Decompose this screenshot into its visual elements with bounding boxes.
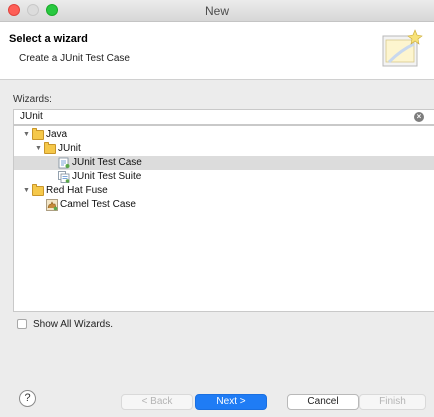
tree-item-label: JUnit Test Suite [72,171,142,182]
junit-test-case-icon [58,157,70,169]
folder-icon [32,184,44,196]
disclosure-expanded-icon[interactable]: ▼ [35,142,42,156]
tree-item-camel-test-case[interactable]: Camel Test Case [14,198,434,212]
disclosure-expanded-icon[interactable]: ▼ [23,184,30,198]
disclosure-expanded-icon[interactable]: ▼ [23,128,30,142]
page-description: Create a JUnit Test Case [19,53,130,64]
tree-item-red-hat-fuse[interactable]: ▼ Red Hat Fuse [14,184,434,198]
window-title: New [204,4,229,18]
filter-input[interactable] [20,110,400,124]
cancel-button[interactable]: Cancel [287,394,359,410]
show-all-wizards-label[interactable]: Show All Wizards. [33,318,113,331]
folder-icon [32,128,44,140]
tree-item-java[interactable]: ▼ Java [14,128,434,142]
tree-item-label: Java [46,129,68,140]
tree-item-label: JUnit [58,143,81,154]
title-bar[interactable]: New [0,0,434,22]
tree-item-label: Camel Test Case [60,199,136,210]
tree-item-junit-test-suite[interactable]: JUnit Test Suite [14,170,434,184]
new-wizard-dialog: New Select a wizard Create a JUnit Test … [0,0,434,417]
show-all-wizards-checkbox[interactable] [17,319,27,329]
folder-icon [44,142,56,154]
back-button[interactable]: < Back [121,394,193,410]
wizard-tree[interactable]: ▼ Java ▼ JUnit JUnit Test Case JUnit Tes… [13,125,434,312]
wizard-header: Select a wizard Create a JUnit Test Case [0,22,434,80]
help-icon[interactable]: ? [19,390,36,407]
tree-item-label: JUnit Test Case [72,157,142,168]
page-title: Select a wizard [9,33,88,45]
tree-item-label: Red Hat Fuse [46,185,108,196]
wizards-label: Wizards: [13,94,52,105]
finish-button[interactable]: Finish [359,394,426,410]
filter-field[interactable]: × [13,109,434,125]
camel-test-case-icon [46,199,58,211]
tree-item-junit-test-case[interactable]: JUnit Test Case [14,156,434,170]
tree-item-junit[interactable]: ▼ JUnit [14,142,434,156]
clear-icon[interactable]: × [414,112,424,122]
next-button[interactable]: Next > [195,394,267,410]
junit-test-suite-icon [58,171,70,183]
new-wizard-icon [382,29,423,67]
